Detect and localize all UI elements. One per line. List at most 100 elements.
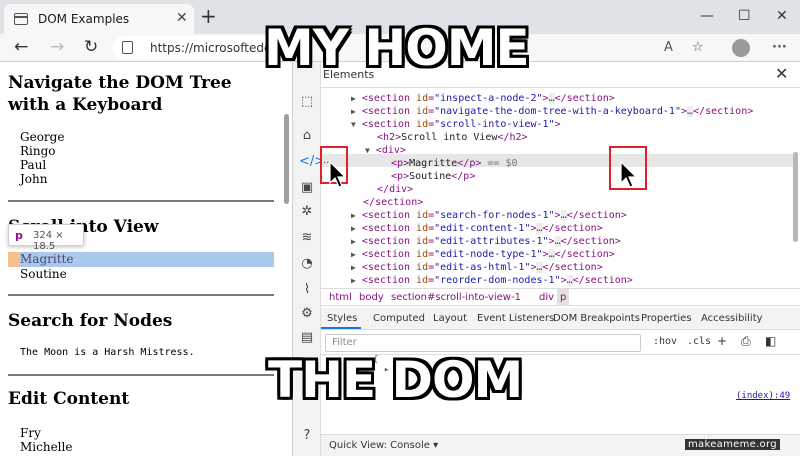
lock-icon	[122, 41, 133, 54]
print-icon[interactable]: ⎙	[741, 334, 751, 349]
mouse-cursor-icon	[620, 161, 638, 188]
heading-search-nodes: Search for Nodes	[8, 311, 173, 331]
dom-node-row[interactable]: <p>Soutine</p>	[379, 170, 475, 183]
performance-icon[interactable]: ◔	[299, 256, 315, 272]
hov-button[interactable]: :hov	[653, 336, 677, 347]
list-item: Fry	[20, 426, 41, 440]
dom-node-row[interactable]: ▶ <section id="edit-attributes-1">…</sec…	[351, 235, 621, 248]
tab-dom-breakpoints[interactable]: DOM Breakpoints	[553, 313, 640, 324]
expand-triangle-icon[interactable]: ▶	[351, 263, 356, 272]
meme-top-caption: MY HOME	[264, 19, 530, 77]
breadcrumb-item[interactable]: body	[359, 292, 384, 303]
maximize-button[interactable]: ☐	[738, 8, 751, 24]
page-icon	[14, 13, 28, 25]
tooltip-tag: p	[15, 229, 23, 242]
tab-properties[interactable]: Properties	[641, 313, 692, 324]
sidebar-toggle-icon[interactable]: ◧	[765, 334, 776, 348]
tab-title: DOM Examples	[38, 12, 130, 26]
dom-tree: ▶ <section id="inspect-a-node-2">…</sect…	[321, 90, 793, 286]
refresh-icon[interactable]: ↻	[84, 37, 98, 57]
tab-styles[interactable]: Styles	[327, 313, 357, 324]
dom-node-row[interactable]: ▶ <section id="reorder-dom-nodes-1">…</s…	[351, 274, 633, 287]
watermark: makeameme.org	[685, 439, 780, 450]
console-icon[interactable]: ▣	[299, 180, 315, 196]
devtools-close-icon[interactable]: ✕	[775, 64, 788, 83]
list-item: Michelle	[20, 440, 73, 454]
network-wifi-icon[interactable]: ≋	[299, 230, 315, 246]
heading-edit-content: Edit Content	[8, 389, 130, 409]
add-rule-icon[interactable]: +	[717, 334, 727, 348]
dom-node-row[interactable]: <p>Magritte</p> == $0	[379, 157, 517, 170]
source-link[interactable]: (index):49	[736, 391, 790, 401]
favorites-star-icon[interactable]: ☆	[692, 40, 704, 55]
minimize-button[interactable]: —	[700, 8, 714, 24]
breadcrumb-item[interactable]: div	[539, 292, 554, 303]
settings-gear-icon[interactable]: ⚙	[299, 306, 315, 322]
page-content: Navigate the DOM Tree with a Keyboard Ge…	[0, 62, 280, 456]
breadcrumb: html body section#scroll-into-view-1 div…	[321, 288, 800, 306]
memory-icon[interactable]: ⌇	[299, 282, 315, 298]
more-menu-icon[interactable]: ···	[772, 40, 787, 55]
expand-triangle-icon[interactable]: ▶	[351, 237, 356, 246]
application-icon[interactable]: ▤	[299, 330, 315, 346]
dom-node-row[interactable]: ▶ <section id="edit-node-type-1">…</sect…	[351, 248, 615, 261]
window-close-button[interactable]: ✕	[776, 8, 788, 24]
expand-triangle-icon[interactable]: ▶	[351, 250, 356, 259]
dom-node-row[interactable]: ▶ <section id="navigate-the-dom-tree-wit…	[351, 105, 753, 118]
welcome-home-icon[interactable]: ⌂	[299, 128, 315, 144]
divider	[8, 294, 274, 296]
read-aloud-icon[interactable]: A	[664, 40, 673, 55]
dom-node-row[interactable]: ▶ <section id="inspect-a-node-2">…</sect…	[351, 92, 615, 105]
expand-triangle-icon[interactable]: ▶	[351, 224, 356, 233]
cls-button[interactable]: .cls	[687, 336, 711, 347]
expand-triangle-icon[interactable]: ▶	[351, 211, 356, 220]
padding-highlight	[8, 252, 20, 267]
dom-node-row[interactable]: </div>	[365, 183, 413, 196]
dom-node-row[interactable]: ▼ <section id="scroll-into-view-1">	[351, 118, 561, 131]
tab-event-listeners[interactable]: Event Listeners	[477, 313, 554, 324]
meme-bottom-caption: THE DOM	[268, 351, 523, 409]
styles-tab-strip: Styles Computed Layout Event Listeners D…	[321, 308, 800, 330]
page-scrollbar-thumb[interactable]	[284, 114, 289, 204]
paragraph-magritte: Magritte	[20, 252, 74, 266]
mouse-cursor-icon	[329, 161, 347, 188]
active-tab-underline	[321, 327, 361, 329]
tab-accessibility[interactable]: Accessibility	[701, 313, 763, 324]
new-tab-button[interactable]: +	[200, 6, 217, 26]
quick-view-bar: Quick View: Console ▾ makeameme.org	[321, 434, 800, 456]
list-item: Paul	[20, 158, 47, 172]
expand-triangle-icon[interactable]: ▶	[351, 107, 356, 116]
dom-node-row[interactable]: ▶ <section id="edit-as-html-1">…</sectio…	[351, 261, 603, 274]
profile-avatar[interactable]	[732, 39, 750, 57]
divider	[8, 200, 274, 202]
inspect-icon[interactable]: ⬚	[299, 94, 315, 110]
tab-computed[interactable]: Computed	[373, 313, 425, 324]
forward-arrow-icon[interactable]: →	[50, 37, 64, 57]
dom-node-row[interactable]: ▼ <div>	[365, 144, 406, 157]
dom-node-row[interactable]: <h2>Scroll into View</h2>	[365, 131, 528, 144]
expand-triangle-icon[interactable]: ▼	[365, 146, 370, 155]
help-icon[interactable]: ?	[299, 428, 315, 444]
sources-bug-icon[interactable]: ✲	[299, 204, 315, 220]
tab-close-icon[interactable]: ✕	[176, 10, 188, 26]
dom-scrollbar-thumb[interactable]	[793, 152, 798, 242]
dom-node-row[interactable]: ▶ <section id="edit-content-1">…</sectio…	[351, 222, 603, 235]
list-item: George	[20, 130, 65, 144]
tab-dom-examples[interactable]: DOM Examples ✕	[4, 4, 194, 34]
quick-view-console-dropdown[interactable]: Quick View: Console ▾	[329, 440, 438, 451]
expand-triangle-icon[interactable]: ▼	[351, 120, 356, 129]
divider	[8, 374, 274, 376]
heading-navigate-dom: Navigate the DOM Tree with a Keyboard	[8, 73, 232, 115]
dom-node-row[interactable]: ▶ <section id="search-for-nodes-1">…</se…	[351, 209, 627, 222]
breadcrumb-item[interactable]: html	[329, 292, 352, 303]
expand-triangle-icon[interactable]: ▶	[351, 276, 356, 285]
list-item: Ringo	[20, 144, 56, 158]
expand-triangle-icon[interactable]: ▶	[351, 94, 356, 103]
elements-icon[interactable]: </>	[299, 154, 325, 170]
back-arrow-icon[interactable]: ←	[14, 37, 28, 57]
tab-layout[interactable]: Layout	[433, 313, 467, 324]
dom-node-row[interactable]: </section>	[351, 196, 423, 209]
breadcrumb-item[interactable]: section#scroll-into-view-1	[391, 292, 521, 303]
breadcrumb-item[interactable]: p	[560, 292, 566, 303]
styles-filter-input[interactable]: Filter	[325, 334, 641, 352]
